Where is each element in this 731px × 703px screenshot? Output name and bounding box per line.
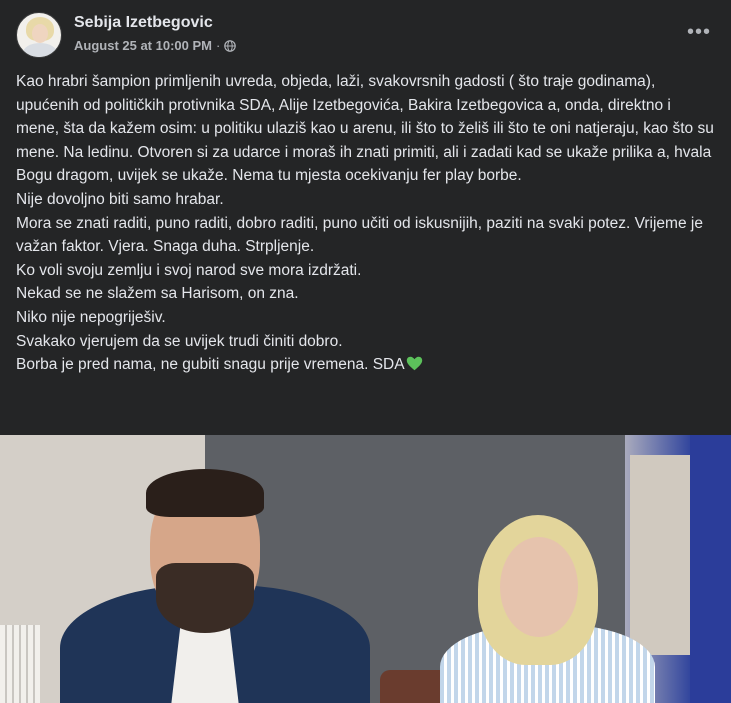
meta-separator: · (216, 38, 221, 53)
author-avatar[interactable] (16, 12, 62, 58)
post-text: Kao hrabri šampion primljenih uvreda, ob… (16, 70, 716, 377)
post-timestamp[interactable]: August 25 at 10:00 PM (74, 38, 212, 53)
photo-flag (690, 435, 731, 703)
avatar-shoulders (23, 43, 57, 57)
globe-icon[interactable] (224, 39, 237, 52)
more-options-icon: ••• (686, 21, 711, 43)
post-card: Sebija Izetbegovic August 25 at 10:00 PM… (0, 0, 731, 703)
green-heart-icon (406, 356, 422, 371)
photo-radiator (0, 625, 40, 703)
post-paragraph: Mora se znati raditi, puno raditi, dobro… (16, 214, 703, 256)
photo-door-frame (630, 455, 690, 655)
post-paragraph: Niko nije nepogriješiv. (16, 308, 166, 326)
post-paragraph-last-text: Borba je pred nama, ne gubiti snagu prij… (16, 356, 405, 374)
post-paragraph: Kao hrabri šampion primljenih uvreda, ob… (16, 73, 714, 185)
post-paragraph: Nije dovoljno biti samo hrabar. (16, 190, 224, 208)
author-name[interactable]: Sebija Izetbegovic (74, 14, 213, 32)
post-photo[interactable] (0, 435, 731, 703)
photo-man-hair (146, 469, 264, 517)
avatar-face (32, 24, 48, 43)
post-paragraph-last: Borba je pred nama, ne gubiti snagu prij… (16, 353, 716, 377)
post-header: Sebija Izetbegovic August 25 at 10:00 PM… (16, 12, 715, 58)
photo-man-beard (156, 563, 254, 633)
post-paragraph: Svakako vjerujem da se uvijek trudi čini… (16, 332, 343, 350)
more-options-button[interactable]: ••• (683, 16, 715, 48)
post-paragraph: Ko voli svoju zemlju i svoj narod sve mo… (16, 261, 362, 279)
post-paragraph: Nekad se ne slažem sa Harisom, on zna. (16, 285, 299, 303)
post-meta: August 25 at 10:00 PM · (74, 38, 237, 53)
photo-woman-face (500, 537, 578, 637)
